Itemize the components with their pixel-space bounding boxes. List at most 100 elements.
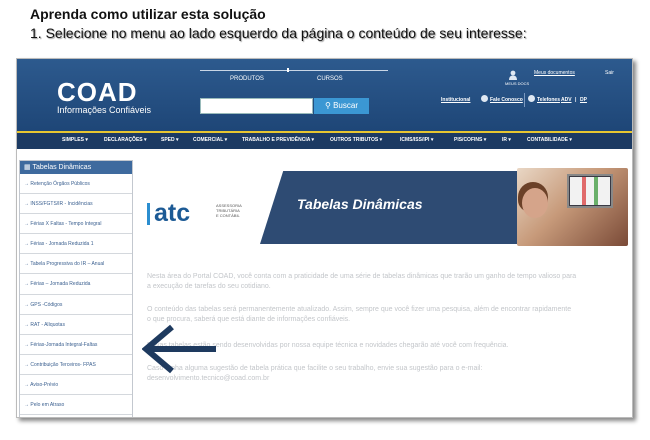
sidebar-item[interactable]: → Aviso-Prévio — [20, 375, 132, 396]
bullet-icon: → — [24, 402, 29, 409]
slide-instruction: 1. Selecione no menu ao lado esquerdo da… — [30, 25, 527, 41]
sidebar-item-label: Aviso-Prévio — [30, 381, 59, 388]
sidebar-item[interactable]: → Contribuição Terceiros- FPAS — [20, 355, 132, 375]
bullet-icon: → — [24, 341, 29, 348]
photo-person — [522, 188, 548, 218]
sidebar-item[interactable]: → Férias-Jornada Integral-Faltas — [20, 335, 132, 355]
chevron-down-icon: ▾ — [508, 137, 511, 143]
main-nav: SIMPLES ▾ DECLARAÇÕES ▾ SPED ▾ COMERCIAL… — [17, 131, 632, 149]
top-divider-mark — [287, 68, 289, 72]
search-input[interactable] — [200, 98, 313, 114]
my-documents-link[interactable]: Meus documentos — [534, 70, 575, 76]
sidebar-item-label: Retenção Órgãos Públicos — [30, 181, 90, 187]
header-separator — [524, 93, 525, 107]
banner-title: Tabelas Dinâmicas — [297, 196, 423, 212]
bullet-icon: → — [24, 181, 29, 187]
sidebar-item-label: Férias X Faltas - Tempo Integral — [30, 221, 102, 228]
atc-logo-bar — [147, 203, 150, 225]
nav-label: CONTABILIDADE — [527, 137, 569, 143]
bullet-icon: → — [24, 321, 29, 328]
top-divider — [200, 70, 388, 71]
top-link-produtos[interactable]: PRODUTOS — [230, 76, 264, 82]
sidebar-item-label: Pelo em Atraso — [30, 402, 65, 409]
chevron-down-icon: ▾ — [430, 137, 434, 143]
sidebar-item[interactable]: → GPS -Códigos — [20, 295, 132, 315]
search-button-label: Buscar — [333, 101, 358, 110]
nav-pis-cofins[interactable]: PIS/COFINS ▾ — [454, 137, 486, 143]
slide-heading: Aprenda como utilizar esta solução — [30, 6, 266, 22]
sidebar-item-label: Férias - Jornada Reduzida 1 — [30, 241, 94, 248]
bullet-icon: → — [24, 281, 29, 288]
sidebar-item-label: Férias – Jornada Reduzida — [30, 281, 91, 288]
nav-trabalho-previdencia[interactable]: TRABALHO E PREVIDÊNCIA ▾ — [242, 137, 314, 143]
dp-link[interactable]: DP — [580, 97, 587, 103]
nav-label: OUTROS TRIBUTOS — [330, 137, 379, 143]
laptop-screen — [570, 177, 610, 205]
sidebar-item-label: RAT - Alíquotas — [30, 321, 65, 328]
user-icon[interactable] — [508, 70, 518, 80]
chevron-down-icon: ▾ — [569, 137, 572, 143]
logout-link[interactable]: Sair — [605, 70, 614, 76]
nav-label: IR — [502, 137, 507, 143]
nav-ir[interactable]: IR ▾ — [502, 137, 511, 143]
sidebar-item[interactable]: → Tabela Progressiva do IR – Anual — [20, 254, 132, 275]
nav-declaracoes[interactable]: DECLARAÇÕES ▾ — [104, 137, 147, 143]
intro-text-line: a execução de tarefas do seu cotidiano. — [147, 283, 271, 290]
sidebar-item[interactable]: → Pelo em Atraso — [20, 395, 132, 416]
chevron-down-icon: ▾ — [379, 137, 383, 143]
sidebar-item-label: Contribuição Terceiros- FPAS — [30, 361, 96, 368]
sidebar-item[interactable]: → Férias X Faltas - Tempo Integral — [20, 214, 132, 235]
sidebar-item-label: GPS -Códigos — [30, 301, 63, 308]
bullet-icon: → — [24, 241, 29, 248]
phone-icon — [528, 95, 535, 102]
chevron-down-icon: ▾ — [144, 137, 147, 143]
table-icon: ▦ — [24, 164, 31, 171]
top-link-cursos[interactable]: CURSOS — [317, 76, 343, 82]
chevron-down-icon: ▾ — [224, 137, 228, 143]
nav-icms-iss-ipi[interactable]: ICMS/ISS/IPI ▾ — [400, 137, 433, 143]
atc-logo-sub: ASSESSORIA TRIBUTÁRIA E CONTÁBIL — [216, 203, 256, 218]
sidebar-item[interactable]: → Férias – Jornada Reduzida — [20, 274, 132, 295]
bullet-icon: → — [24, 381, 29, 388]
nav-sped[interactable]: SPED ▾ — [161, 137, 179, 143]
coad-logo[interactable]: COAD Informações Confiáveis — [57, 79, 151, 116]
nav-comercial[interactable]: COMERCIAL ▾ — [193, 137, 227, 143]
search-icon: ⚲ — [325, 101, 331, 110]
chat-icon — [481, 95, 488, 102]
nav-simples[interactable]: SIMPLES ▾ — [62, 137, 88, 143]
sidebar-menu: ▦ Tabelas Dinâmicas → Retenção Órgãos Pú… — [19, 160, 133, 417]
institucional-link[interactable]: Institucional — [441, 97, 470, 103]
nav-label: TRABALHO E PREVIDÊNCIA — [242, 137, 311, 143]
nav-contabilidade[interactable]: CONTABILIDADE ▾ — [527, 137, 572, 143]
bullet-icon: → — [24, 361, 29, 368]
bullet-icon: → — [24, 201, 29, 208]
bullet-icon: → — [24, 221, 29, 228]
atc-sub-line: E CONTÁBIL — [216, 213, 240, 218]
nav-label: SIMPLES — [62, 137, 84, 143]
intro-text-line: Nesta área do Portal COAD, você conta co… — [147, 273, 577, 280]
sidebar-item[interactable]: → Férias - Jornada Reduzida 1 — [20, 234, 132, 255]
nav-outros-tributos[interactable]: OUTROS TRIBUTOS ▾ — [330, 137, 382, 143]
sidebar-title: Tabelas Dinâmicas — [32, 164, 92, 171]
telefones-link[interactable]: Telefones — [537, 97, 560, 103]
atc-logo: atc — [154, 199, 191, 227]
chevron-down-icon: ▾ — [483, 137, 487, 143]
fale-conosco-link[interactable]: Fale Conosco — [490, 97, 523, 103]
search-button[interactable]: ⚲ Buscar — [314, 98, 369, 114]
sidebar-item[interactable]: → Retenção Órgãos Públicos — [20, 174, 132, 195]
sidebar-item-label: Férias-Jornada Integral-Faltas — [30, 341, 98, 348]
site-header: PRODUTOS CURSOS COAD Informações Confiáv… — [17, 59, 632, 131]
contact-email[interactable]: desenvolvimento.tecnico@coad.com.br — [147, 374, 269, 384]
sidebar-item-label: INSS/FGTS/IR - Incidências — [30, 201, 93, 208]
sidebar-item[interactable]: → RAT - Alíquotas — [20, 315, 132, 335]
tabelas-banner: atc ASSESSORIA TRIBUTÁRIA E CONTÁBIL Tab… — [142, 168, 628, 246]
nav-label: SPED — [161, 137, 175, 143]
adv-link[interactable]: ADV — [561, 97, 572, 103]
chevron-down-icon: ▾ — [311, 137, 315, 143]
tutorial-slide: Aprenda como utilizar esta solução 1. Se… — [0, 0, 650, 440]
sidebar-item[interactable]: → INSS/FGTS/IR - Incidências — [20, 194, 132, 215]
logo-tagline: Informações Confiáveis — [57, 105, 152, 115]
arrow-left-icon — [142, 324, 216, 374]
nav-label: PIS/COFINS — [454, 137, 483, 143]
nav-label: ICMS/ISS/IPI — [400, 137, 430, 143]
